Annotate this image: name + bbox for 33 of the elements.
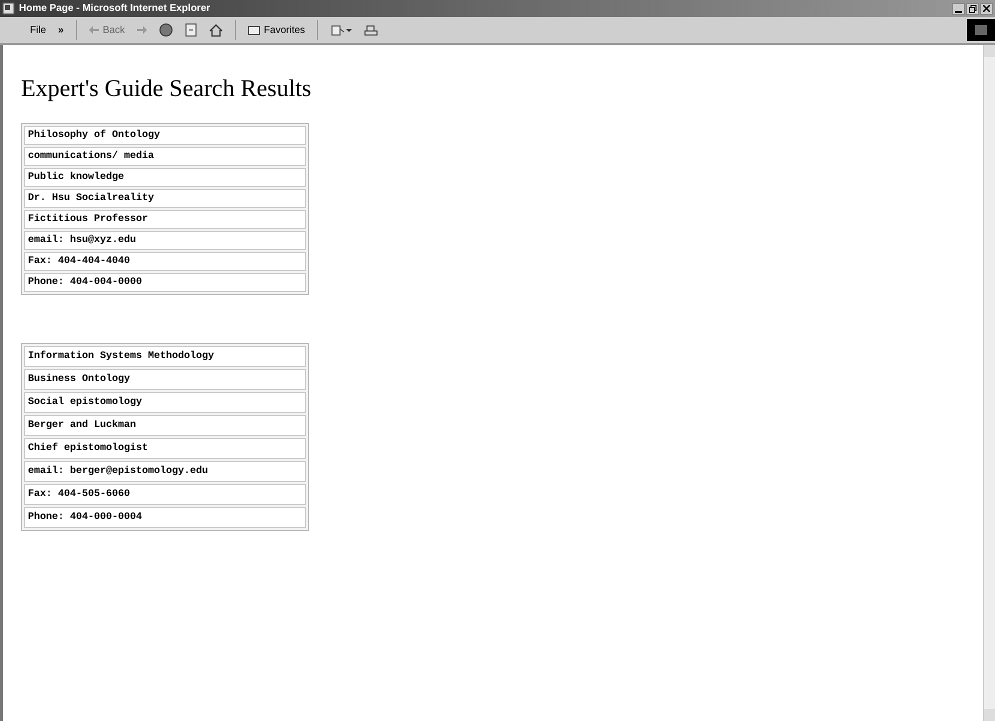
file-menu[interactable]: File <box>30 22 46 38</box>
table-cell: Fax: 404-505-6060 <box>24 484 306 505</box>
table-cell: Public knowledge <box>24 168 306 187</box>
table-cell: Phone: 404-004-0000 <box>24 273 306 292</box>
browser-icon <box>2 2 15 15</box>
table-cell: Chief epistomologist <box>24 438 306 459</box>
table-cell: Social epistomology <box>24 392 306 413</box>
table-cell: Dr. Hsu Socialreality <box>24 189 306 208</box>
close-button[interactable] <box>980 2 993 14</box>
table-cell: Berger and Luckman <box>24 415 306 436</box>
favorites-button[interactable]: Favorites <box>248 22 306 38</box>
printer-icon[interactable] <box>364 24 378 36</box>
home-icon[interactable] <box>208 24 223 36</box>
table-cell: email: hsu@xyz.edu <box>24 231 306 250</box>
table-cell: communications/ media <box>24 147 306 166</box>
more-button[interactable]: » <box>58 22 64 38</box>
table-cell: Fax: 404-404-4040 <box>24 252 306 271</box>
window-title: Home Page - Microsoft Internet Explorer <box>19 2 210 16</box>
table-cell: Fictitious Professor <box>24 210 306 229</box>
table-cell: email: berger@epistomology.edu <box>24 461 306 482</box>
close-icon <box>983 5 990 12</box>
stop-icon[interactable] <box>158 23 173 37</box>
table-cell: Business Ontology <box>24 369 306 390</box>
page-heading: Expert's Guide Search Results <box>21 75 312 104</box>
table-cell: Information Systems Methodology <box>24 346 306 367</box>
table-cell: Phone: 404-000-0004 <box>24 507 306 528</box>
minimize-icon <box>955 10 962 14</box>
table-cell: Philosophy of Ontology <box>24 126 306 145</box>
back-arrow-icon <box>88 26 99 34</box>
restore-icon <box>968 4 976 12</box>
folder-icon <box>248 25 260 35</box>
minimize-button[interactable] <box>952 2 965 14</box>
restore-button[interactable] <box>966 2 979 14</box>
